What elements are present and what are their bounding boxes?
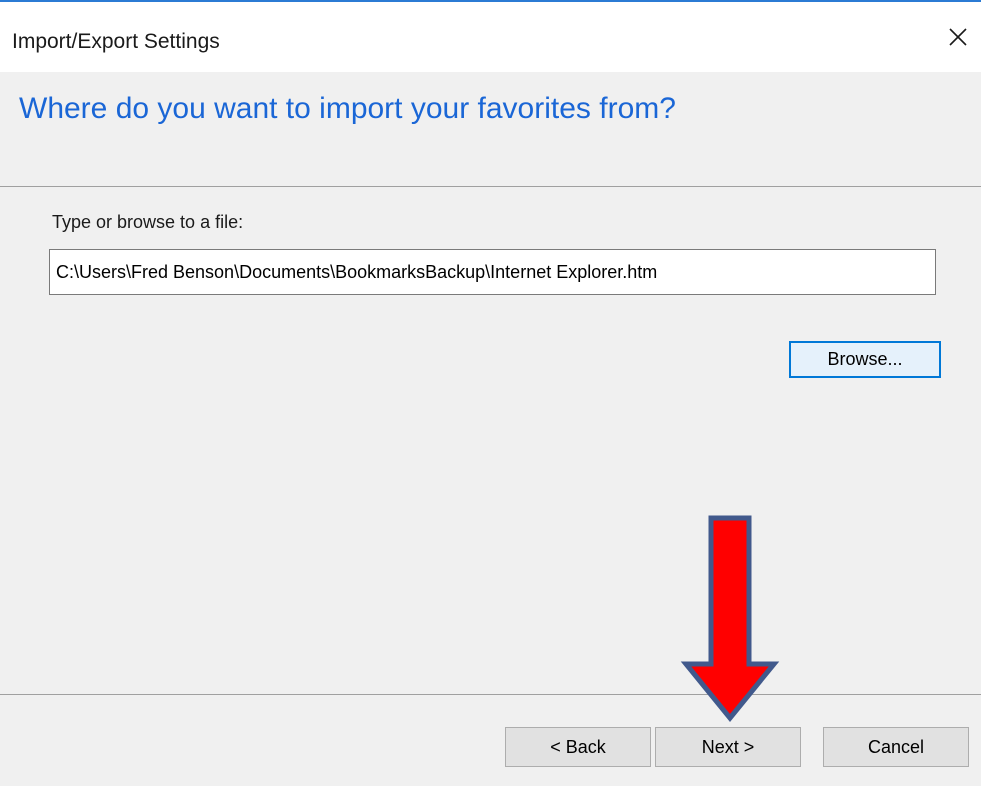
window-title: Import/Export Settings <box>12 30 220 53</box>
back-button[interactable]: < Back <box>505 727 651 767</box>
file-path-label: Type or browse to a file: <box>52 212 244 232</box>
next-button[interactable]: Next > <box>655 727 801 767</box>
title-bar: Import/Export Settings <box>0 2 981 72</box>
close-icon <box>949 28 967 46</box>
annotation-arrow <box>680 514 780 722</box>
close-button[interactable] <box>935 14 981 60</box>
import-export-dialog: Import/Export Settings Where do you want… <box>0 0 981 786</box>
down-arrow-icon <box>680 515 780 722</box>
wizard-header: Where do you want to import your favorit… <box>0 72 981 186</box>
page-heading: Where do you want to import your favorit… <box>19 92 676 125</box>
file-path-input[interactable] <box>49 249 936 295</box>
cancel-button[interactable]: Cancel <box>823 727 969 767</box>
header-divider <box>0 186 981 187</box>
footer-divider <box>0 694 981 695</box>
browse-button[interactable]: Browse... <box>789 341 941 378</box>
